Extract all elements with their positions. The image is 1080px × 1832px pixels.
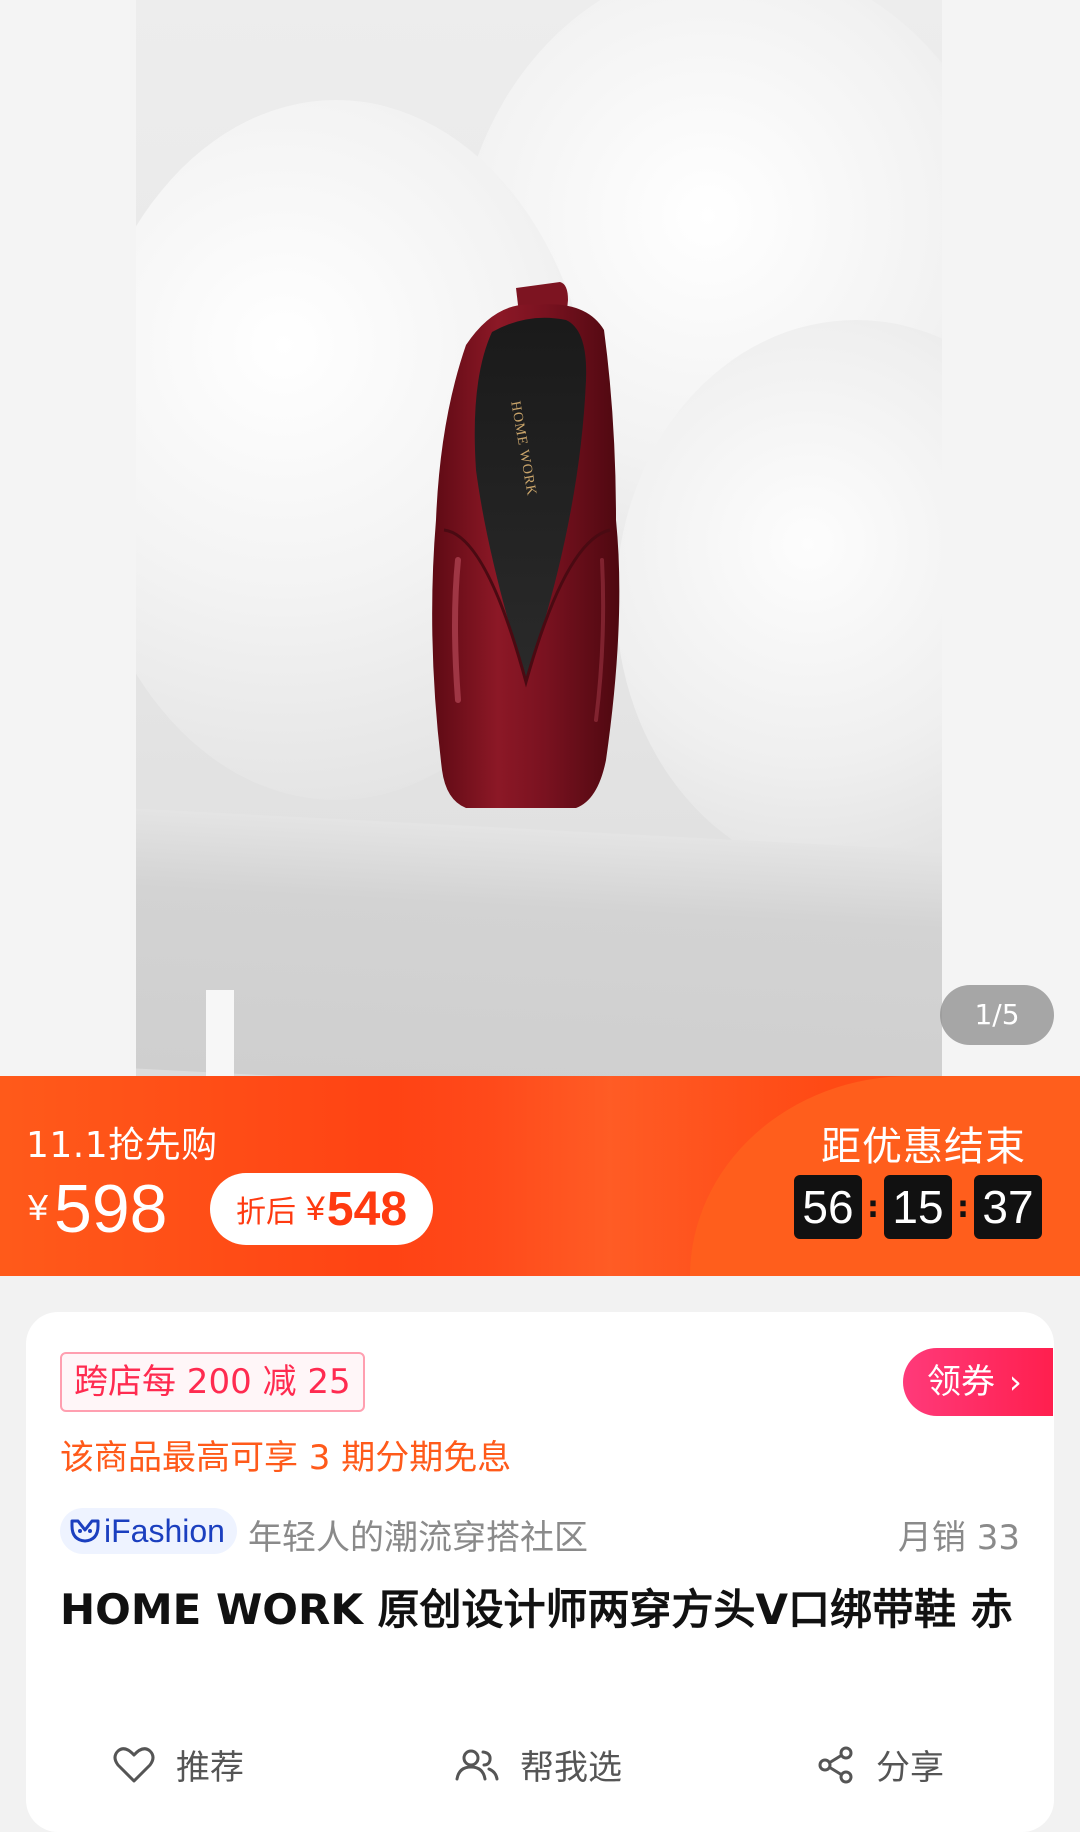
shoe-illustration — [432, 282, 620, 808]
cross-store-coupon-tag[interactable]: 跨店每 200 减 25 — [60, 1352, 365, 1412]
ifashion-label: iFashion — [104, 1512, 225, 1549]
help-me-choose-button[interactable]: 帮我选 — [454, 1740, 622, 1789]
product-photo[interactable]: HOME WORK — [136, 0, 942, 1076]
countdown-separator: : — [957, 1189, 969, 1225]
product-image-gallery[interactable]: HOME WORK 1/5 — [0, 0, 1080, 1076]
countdown-hours: 56 — [794, 1175, 862, 1239]
claim-coupon-label: 领券 — [927, 1362, 995, 1402]
ifashion-badge[interactable]: iFashion — [60, 1508, 237, 1554]
share-label: 分享 — [876, 1748, 944, 1788]
promo-event-label: 11.1抢先购 — [26, 1125, 218, 1166]
ifashion-logo-icon — [70, 1519, 100, 1543]
action-bar: 推荐 帮我选 分享 — [26, 1740, 1054, 1800]
discounted-price-pill: 折后 ¥ 548 — [210, 1173, 434, 1245]
share-icon — [818, 1746, 853, 1783]
share-button[interactable]: 分享 — [816, 1740, 944, 1789]
price-value: 598 — [54, 1171, 168, 1247]
monthly-sales: 月销 33 — [897, 1518, 1020, 1558]
recommend-button[interactable]: 推荐 — [112, 1740, 244, 1789]
claim-coupon-button[interactable]: 领券 › — [903, 1348, 1053, 1416]
after-discount-label: 折后 — [236, 1195, 296, 1230]
brand-row: iFashion 年轻人的潮流穿搭社区 月销 33 — [60, 1508, 1020, 1560]
heart-icon — [113, 1746, 155, 1782]
price-currency: ¥ — [28, 1187, 49, 1228]
installment-info[interactable]: 该商品最高可享 3 期分期免息 — [60, 1430, 511, 1479]
product-title: HOME WORK 原创设计师两穿方头V口绑带鞋 赤 — [60, 1585, 1013, 1634]
countdown-timer: 56 : 15 : 37 — [794, 1175, 1042, 1239]
recommend-label: 推荐 — [176, 1748, 244, 1788]
after-price-currency: ¥ — [306, 1189, 325, 1228]
chevron-right-icon: › — [1009, 1363, 1022, 1401]
image-page-indicator: 1/5 — [940, 985, 1054, 1045]
after-price-value: 548 — [326, 1182, 408, 1236]
community-tagline: 年轻人的潮流穿搭社区 — [248, 1518, 588, 1558]
people-icon — [455, 1749, 499, 1780]
original-price: ¥598 — [28, 1170, 168, 1248]
countdown-minutes: 15 — [884, 1175, 952, 1239]
help-me-choose-label: 帮我选 — [520, 1748, 622, 1788]
countdown-separator: : — [867, 1189, 879, 1225]
countdown-seconds: 37 — [974, 1175, 1042, 1239]
countdown-label: 距优惠结束 — [821, 1124, 1026, 1170]
